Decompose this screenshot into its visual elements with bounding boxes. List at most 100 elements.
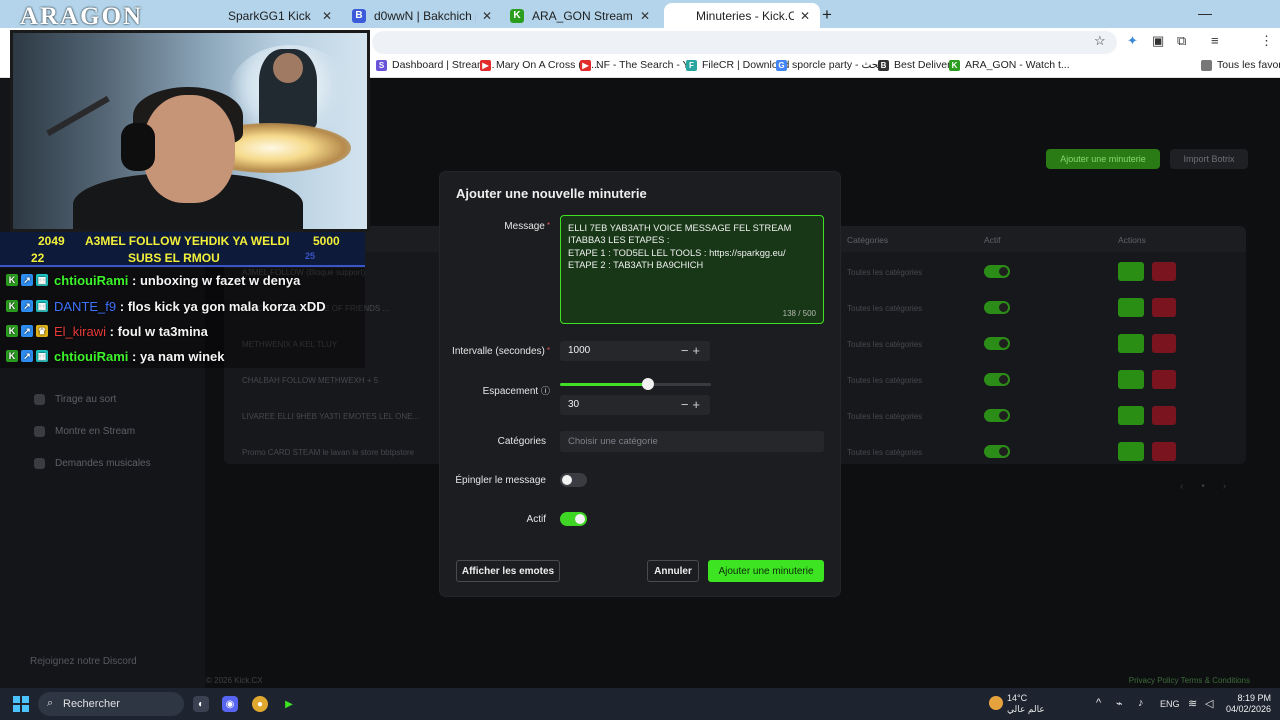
spacing-input[interactable]: 30 −+ — [560, 395, 710, 415]
star-icon[interactable]: ☆ — [1094, 33, 1106, 49]
spacing-slider[interactable] — [560, 378, 711, 390]
edit-button[interactable] — [1118, 262, 1144, 281]
active-toggle[interactable] — [984, 409, 1010, 422]
edit-button[interactable] — [1118, 442, 1144, 461]
category-select[interactable]: Choisir une catégorie — [560, 431, 824, 452]
close-icon[interactable]: ✕ — [800, 9, 810, 23]
active-label: Actif — [526, 514, 546, 525]
spacing-value[interactable]: 30 — [568, 399, 579, 410]
delete-button[interactable] — [1152, 298, 1176, 317]
screenshot-icon[interactable]: ▣ — [1152, 33, 1164, 49]
import-botrix-button[interactable]: Import Botrix — [1170, 149, 1248, 169]
kick-app-icon[interactable]: ▶ — [281, 696, 297, 712]
bookmark-dashboard[interactable]: S Dashboard | Stream... — [376, 59, 495, 71]
sub-goal-count: 22 — [31, 251, 45, 265]
minimize-icon[interactable]: — — [1198, 5, 1212, 21]
taskbar-clock[interactable]: 8:19 PM 04/02/2026 — [1226, 693, 1271, 715]
sub-badge-icon: ▦ — [36, 350, 48, 362]
slider-thumb[interactable] — [641, 378, 654, 390]
windows-start-icon[interactable] — [13, 696, 29, 712]
required-marker: * — [546, 221, 550, 230]
message-textarea[interactable]: ELLI 7EB YAB3ATH VOICE MESSAGE FEL STREA… — [560, 215, 824, 324]
taskbar-search[interactable]: ⌕ Rechercher — [38, 692, 184, 716]
chrome-icon[interactable]: ● — [252, 696, 268, 712]
active-toggle[interactable] — [984, 265, 1010, 278]
bookmark-best-delivery[interactable]: B Best Delivery — [878, 59, 956, 71]
mic-arm — [46, 95, 110, 137]
follow-goal-text: A3MEL FOLLOW YEHDIK YA WELDI — [85, 234, 290, 248]
active-toggle[interactable] — [984, 301, 1010, 314]
delete-button[interactable] — [1152, 334, 1176, 353]
required-marker: * — [546, 346, 550, 355]
close-icon[interactable]: ✕ — [322, 9, 332, 23]
close-icon[interactable]: ✕ — [482, 9, 492, 23]
chat-message: K ↗ ▦ DANTE_f9 : flos kick ya gon mala k… — [6, 295, 326, 317]
pagination[interactable]: ‹•› — [1180, 481, 1244, 492]
address-bar[interactable] — [372, 31, 1117, 54]
edit-button[interactable] — [1118, 370, 1144, 389]
sidebar-item-watch[interactable]: Montre en Stream — [34, 426, 135, 437]
mic-icon[interactable]: ♪ — [1138, 697, 1144, 709]
tab-sparkgg[interactable]: SparkGG1 Kick ✕ — [196, 3, 342, 28]
volume-icon[interactable]: ◁ — [1205, 697, 1213, 710]
search-placeholder: Rechercher — [63, 698, 120, 710]
tray-chevron-icon[interactable]: ^ — [1096, 697, 1101, 709]
close-icon[interactable]: ✕ — [640, 9, 650, 23]
show-emotes-button[interactable]: Afficher les emotes — [456, 560, 560, 582]
bookmark-sporcle[interactable]: Gsporcle party - بحث — [776, 59, 881, 71]
edit-button[interactable] — [1118, 298, 1144, 317]
active-toggle[interactable] — [984, 445, 1010, 458]
weather-text: عالم عالي — [1007, 704, 1045, 714]
bookmark-aragon[interactable]: K ARA_GON - Watch t... — [949, 59, 1070, 71]
active-toggle[interactable] — [560, 512, 587, 526]
pin-toggle[interactable] — [560, 473, 587, 487]
extension-icon[interactable]: ✦ — [1127, 33, 1138, 49]
interval-value[interactable]: 1000 — [568, 345, 590, 356]
add-timer-button[interactable]: Ajouter une minuterie — [1046, 149, 1160, 169]
stepper-icons[interactable]: −+ — [681, 343, 704, 358]
sidebar-item-music[interactable]: Demandes musicales — [34, 458, 151, 469]
discord-link[interactable]: Rejoignez notre Discord — [30, 656, 137, 667]
windows-taskbar: ⌕ Rechercher ◐ ◉ ● ▶ 14°C عالم عالي ^ ⌁ … — [0, 688, 1280, 720]
modal-title: Ajouter une nouvelle minuterie — [456, 186, 647, 201]
interval-input[interactable]: 1000 −+ — [560, 341, 710, 361]
add-timer-submit-button[interactable]: Ajouter une minuterie — [708, 560, 824, 582]
delete-button[interactable] — [1152, 262, 1176, 281]
tab-minuteries[interactable]: Minuteries - Kick.CX ✕ — [664, 3, 820, 28]
delete-button[interactable] — [1152, 370, 1176, 389]
stepper-icons[interactable]: −+ — [681, 397, 704, 412]
info-icon[interactable]: ⓘ — [541, 386, 550, 396]
bookmark-filecr[interactable]: F FileCR | Download — [686, 59, 789, 71]
delete-button[interactable] — [1152, 406, 1176, 425]
active-toggle[interactable] — [984, 337, 1010, 350]
cancel-button[interactable]: Annuler — [647, 560, 699, 582]
task-view-icon[interactable]: ◐ — [193, 696, 209, 712]
label-text: Message — [504, 221, 545, 232]
footer-links[interactable]: Privacy Policy Terms & Conditions — [1129, 676, 1250, 685]
delete-button[interactable] — [1152, 442, 1176, 461]
language-indicator[interactable]: ENG — [1160, 699, 1180, 709]
tab-title: Minuteries - Kick.CX — [696, 8, 794, 23]
column-header: Actif — [984, 235, 1001, 245]
menu-kebab-icon[interactable]: ⋮ — [1260, 33, 1273, 49]
wifi-icon[interactable]: ≋ — [1188, 697, 1197, 710]
row-category: Toutes les catégories — [847, 268, 923, 277]
extensions-puzzle-icon[interactable]: ⧉ — [1177, 33, 1186, 49]
active-toggle[interactable] — [984, 373, 1010, 386]
edit-button[interactable] — [1118, 334, 1144, 353]
label-text: Espacement — [482, 386, 539, 397]
sidebar-item-label: Montre en Stream — [55, 426, 136, 437]
network-icon[interactable]: ⌁ — [1116, 697, 1123, 710]
tab-bakchich[interactable]: B d0wwN | Bakchich profile | Bakchich ✕ — [342, 3, 502, 28]
sidebar-item-giveaway[interactable]: Tirage au sort — [34, 394, 116, 405]
edit-button[interactable] — [1118, 406, 1144, 425]
chat-text: : ya nam winek — [128, 348, 225, 364]
weather-widget[interactable]: 14°C عالم عالي — [1007, 693, 1045, 715]
tab-aragon-stream[interactable]: K ARA_GON Stream - Watch Live ✕ — [500, 3, 660, 28]
message-text[interactable]: ELLI 7EB YAB3ATH VOICE MESSAGE FEL STREA… — [568, 222, 818, 272]
new-tab-button[interactable]: + — [822, 5, 832, 25]
discord-icon[interactable]: ◉ — [222, 696, 238, 712]
bookmark-all-favorites[interactable]: Tous les favoris — [1201, 59, 1280, 71]
media-icon[interactable]: ≡ — [1211, 33, 1219, 48]
bookmark-nf-search[interactable]: ▶ NF - The Search - Y... — [580, 59, 697, 71]
